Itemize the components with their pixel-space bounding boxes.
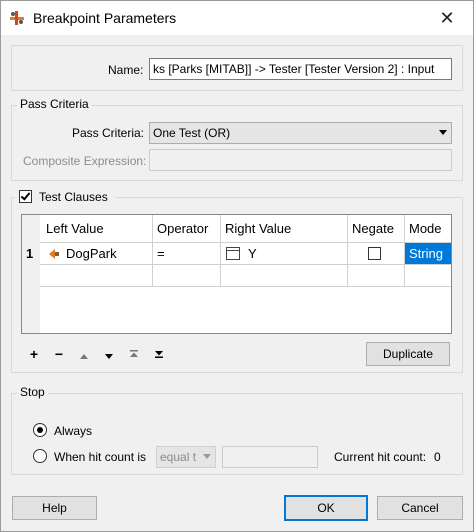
radio-selected-dot (37, 427, 43, 433)
composite-expression-label: Composite Expression: (23, 154, 147, 168)
chevron-down-icon (203, 454, 211, 459)
clauses-table: Left Value Operator Right Value Negate M… (21, 214, 452, 334)
current-hit-count-value: 0 (434, 450, 441, 464)
empty-cell[interactable] (221, 265, 348, 287)
pass-criteria-group-title: Pass Criteria (17, 97, 92, 111)
chevron-down-icon (439, 130, 447, 135)
column-header-right-value[interactable]: Right Value (221, 215, 348, 243)
right-value-cell[interactable]: Y (221, 243, 348, 265)
move-down-button[interactable] (98, 344, 120, 364)
empty-cell[interactable] (40, 265, 153, 287)
current-hit-count-label: Current hit count: (334, 450, 427, 464)
row-header-strip (22, 215, 40, 333)
arrow-down-icon (105, 354, 113, 359)
column-header-left-value[interactable]: Left Value (40, 215, 153, 243)
row-number: 1 (26, 246, 34, 261)
negate-checkbox[interactable] (368, 247, 381, 260)
operator-cell[interactable]: = (153, 243, 221, 265)
column-header-negate[interactable]: Negate (348, 215, 405, 243)
column-header-operator[interactable]: Operator (153, 215, 221, 243)
move-bottom-button[interactable] (148, 344, 170, 364)
checkmark-icon (20, 190, 31, 201)
attribute-icon (49, 249, 59, 259)
test-clauses-checkbox[interactable] (19, 190, 32, 203)
help-button[interactable]: Help (12, 496, 97, 520)
always-label: Always (54, 424, 93, 438)
test-clauses-label: Test Clauses (39, 190, 108, 204)
hit-count-radio[interactable] (33, 449, 47, 463)
empty-cell[interactable] (405, 265, 451, 287)
breakpoint-parameters-dialog: Breakpoint Parameters ✕ Name: ks [Parks … (0, 0, 474, 532)
add-clause-button[interactable]: + (23, 344, 45, 364)
pass-criteria-label: Pass Criteria: (72, 126, 145, 140)
move-up-button[interactable] (73, 344, 95, 364)
move-top-button[interactable] (123, 344, 145, 364)
composite-expression-field[interactable] (149, 149, 452, 171)
title-bar: Breakpoint Parameters ✕ (1, 1, 473, 35)
move-bottom-icon (155, 351, 163, 358)
hit-count-value-field[interactable] (222, 446, 318, 468)
app-icon (10, 11, 24, 25)
mode-cell[interactable]: String (405, 243, 451, 265)
empty-cell[interactable] (153, 265, 221, 287)
arrow-up-icon (80, 354, 88, 359)
hit-count-label: When hit count is (54, 450, 147, 464)
column-header-mode[interactable]: Mode (405, 215, 451, 243)
pass-criteria-dropdown[interactable]: One Test (OR) (149, 122, 452, 144)
hit-operator-value: equal t (160, 450, 197, 464)
always-radio[interactable] (33, 423, 47, 437)
window-title: Breakpoint Parameters (33, 10, 177, 26)
text-value-icon (226, 247, 240, 260)
empty-cell[interactable] (348, 265, 405, 287)
negate-cell (348, 243, 405, 265)
close-icon[interactable]: ✕ (427, 5, 467, 31)
remove-clause-button[interactable]: − (48, 344, 70, 364)
pass-criteria-value: One Test (OR) (153, 126, 231, 140)
name-field[interactable]: ks [Parks [MITAB]] -> Tester [Tester Ver… (149, 58, 452, 80)
hit-operator-dropdown[interactable]: equal t (156, 446, 216, 468)
move-top-icon (130, 350, 138, 357)
stop-group-title: Stop (17, 385, 48, 399)
duplicate-button[interactable]: Duplicate (366, 342, 450, 366)
cancel-button[interactable]: Cancel (377, 496, 463, 520)
name-label: Name: (108, 63, 144, 77)
ok-button[interactable]: OK (284, 495, 368, 521)
